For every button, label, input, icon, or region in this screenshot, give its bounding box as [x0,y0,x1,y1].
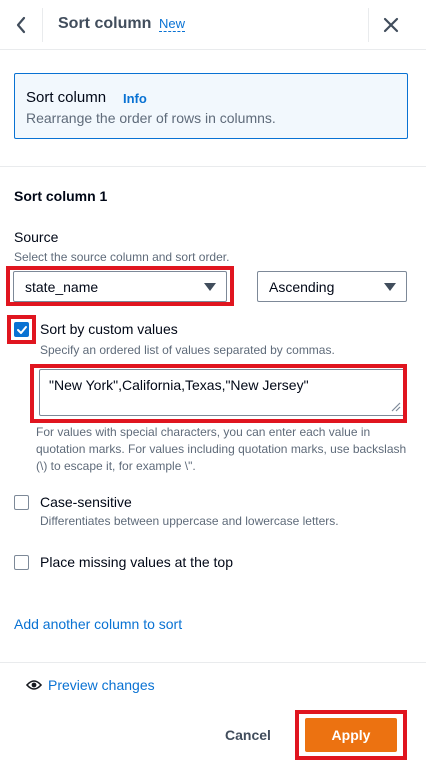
new-badge-link[interactable]: New [159,17,186,32]
case-sensitive-checkbox[interactable] [14,495,29,510]
source-column-value: state_name [25,279,99,295]
close-icon [383,17,399,33]
checkmark-icon [16,325,27,334]
divider [0,662,426,663]
caret-down-icon [384,283,396,291]
source-column-select[interactable]: state_name [13,271,227,302]
panel-header: Sort column New [0,0,426,50]
preview-changes-label: Preview changes [48,677,155,693]
resize-grip-icon[interactable] [391,402,401,412]
eye-icon [26,680,42,690]
panel-title: Sort column [58,15,152,32]
preview-changes-link[interactable]: Preview changes [26,677,155,693]
section-title: Sort column 1 [14,188,108,204]
close-button[interactable] [369,0,413,50]
info-alert: Sort column Info Rearrange the order of … [14,73,408,139]
sort-order-select[interactable]: Ascending [257,271,407,302]
custom-values-text: "New York",California,Texas,"New Jersey" [49,377,309,393]
source-description: Select the source column and sort order. [14,250,230,264]
divider [0,166,426,167]
missing-values-top-checkbox[interactable] [14,555,29,570]
cancel-button[interactable]: Cancel [214,718,282,752]
divider [42,8,43,42]
apply-button[interactable]: Apply [305,718,397,752]
custom-values-hint: For values with special characters, you … [36,425,407,473]
info-link[interactable]: Info [123,91,147,106]
add-sort-column-link[interactable]: Add another column to sort [14,616,182,632]
custom-values-checkbox[interactable] [14,322,29,337]
custom-values-description: Specify an ordered list of values separa… [40,343,335,357]
back-button[interactable] [0,0,42,50]
custom-values-label[interactable]: Sort by custom values [40,321,178,337]
info-description: Rearrange the order of rows in columns. [26,110,276,126]
chevron-left-icon [16,16,26,34]
info-title: Sort column [26,89,107,106]
missing-values-top-label[interactable]: Place missing values at the top [40,554,233,570]
source-label: Source [14,229,59,245]
caret-down-icon [204,283,216,291]
custom-values-textarea[interactable]: "New York",California,Texas,"New Jersey" [39,369,405,416]
case-sensitive-description: Differentiates between uppercase and low… [40,514,339,528]
case-sensitive-label[interactable]: Case-sensitive [40,494,132,510]
sort-order-value: Ascending [269,279,335,295]
